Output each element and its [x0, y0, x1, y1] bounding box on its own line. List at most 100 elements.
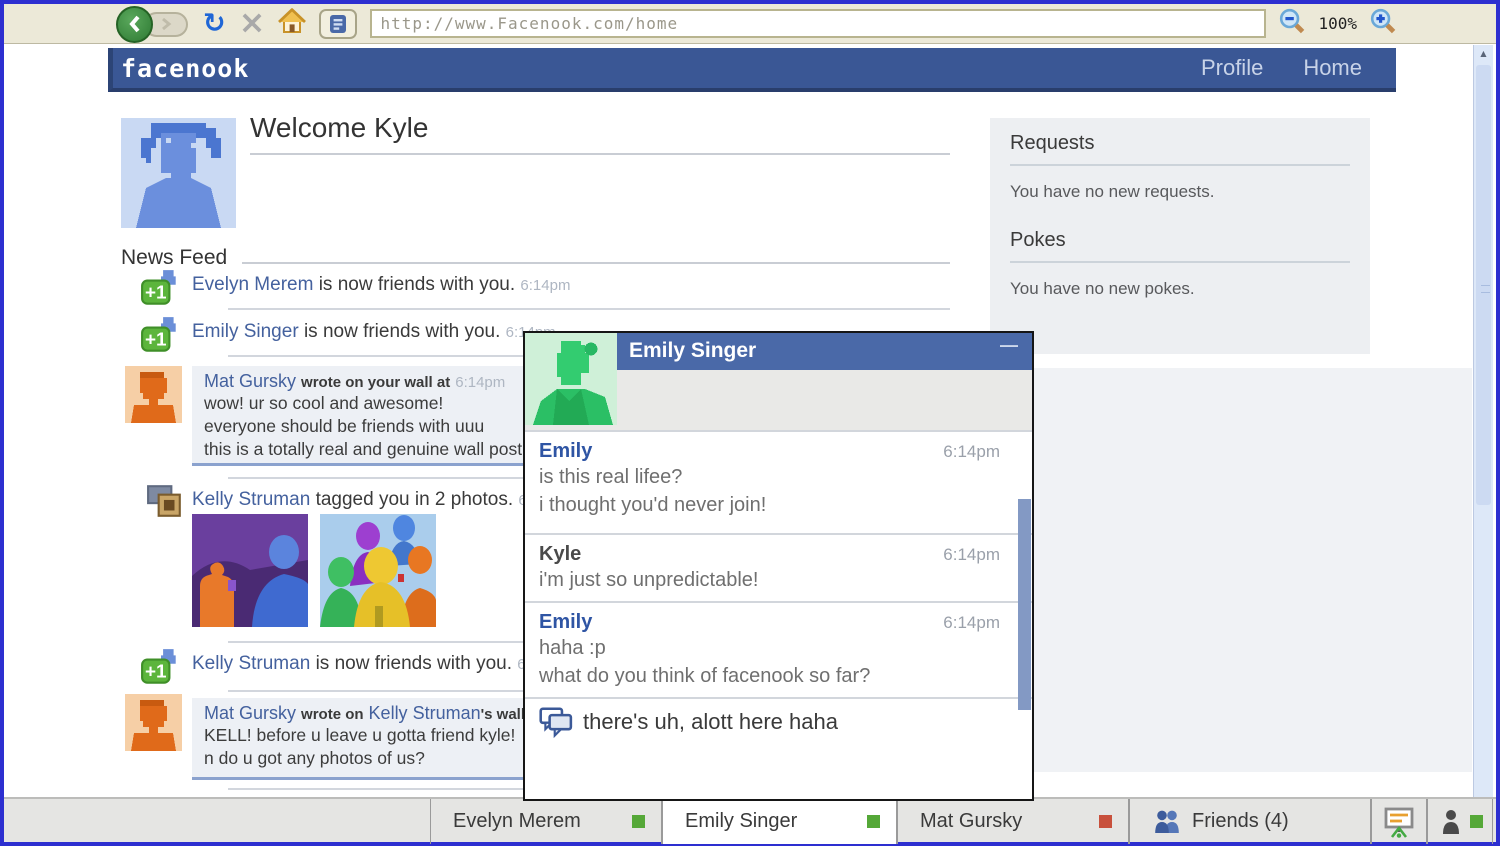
- zoom-in-icon: [1370, 8, 1396, 34]
- message-line: is this real lifee?: [539, 466, 683, 488]
- minimize-button[interactable]: —: [1000, 335, 1018, 356]
- friend-add-icon: +1: [141, 270, 176, 305]
- site-identity-button[interactable]: [319, 8, 358, 39]
- divider: [250, 153, 950, 155]
- message-line: what do you think of facenook so far?: [539, 665, 871, 687]
- chat-tab-evelyn[interactable]: Evelyn Merem: [430, 799, 662, 844]
- page-icon: [330, 14, 347, 33]
- wall-action: wrote on your wall at: [301, 374, 451, 391]
- welcome-heading: Welcome Kyle: [250, 112, 429, 143]
- zoom-in-button[interactable]: [1370, 8, 1396, 39]
- whiteboard-button[interactable]: [1371, 799, 1427, 844]
- chat-tab-mat[interactable]: Mat Gursky: [897, 799, 1129, 844]
- friends-list-button[interactable]: Friends (4): [1129, 799, 1371, 844]
- sender-name: Emily: [539, 440, 593, 462]
- feed-time: 6:14pm: [455, 374, 506, 391]
- feed-item: Kelly Struman tagged you in 2 photos. 6:…: [192, 489, 568, 511]
- zoom-out-icon: [1280, 8, 1305, 34]
- url-input[interactable]: [372, 14, 1265, 33]
- back-button[interactable]: [116, 5, 153, 43]
- svg-text:+1: +1: [145, 662, 167, 683]
- chat-input-text[interactable]: there's uh, alott here haha: [583, 709, 838, 735]
- online-status-icon: [867, 815, 880, 828]
- nav-buttons: [116, 5, 190, 43]
- feed-link-emily[interactable]: Emily Singer: [192, 321, 299, 342]
- tab-label: Mat Gursky: [920, 810, 1023, 832]
- feed-text: tagged you in 2 photos.: [315, 489, 514, 510]
- tab-label: Evelyn Merem: [453, 810, 581, 832]
- site-logo[interactable]: facenook: [121, 54, 249, 83]
- message-line: haha :p: [539, 637, 606, 659]
- requests-body: You have no new requests.: [1010, 182, 1215, 201]
- sidebar-empty-panel: [990, 368, 1472, 772]
- message-time: 6:14pm: [943, 613, 1000, 632]
- divider: [228, 308, 950, 310]
- site-nav: Profile Home: [1201, 55, 1396, 81]
- feed-link-mat[interactable]: Mat Gursky: [204, 703, 296, 723]
- tagged-photo-2[interactable]: [320, 514, 436, 627]
- divider: [242, 262, 950, 264]
- page-scrollbar[interactable]: ▲: [1473, 45, 1493, 797]
- feed-text: is now friends with you.: [303, 321, 501, 342]
- home-button[interactable]: [278, 8, 307, 39]
- nav-profile[interactable]: Profile: [1201, 55, 1263, 81]
- chevron-right-icon: [162, 17, 172, 31]
- feed-link-mat[interactable]: Mat Gursky: [204, 371, 296, 391]
- feed-text: is now friends with you.: [318, 274, 516, 295]
- nav-home[interactable]: Home: [1303, 55, 1362, 81]
- scroll-up-arrow-icon[interactable]: ▲: [1474, 45, 1493, 62]
- photos-icon: [147, 485, 181, 517]
- my-status-button[interactable]: [1427, 799, 1493, 844]
- sender-name: Emily: [539, 611, 593, 633]
- chevron-left-icon: [128, 15, 140, 33]
- site-header: facenook Profile Home: [108, 48, 1396, 92]
- news-feed-title: News Feed: [121, 246, 228, 269]
- feed-link-kelly[interactable]: Kelly Struman: [192, 489, 310, 510]
- chat-title: Emily Singer: [629, 339, 757, 362]
- person-icon: [1442, 809, 1459, 834]
- chat-tab-emily[interactable]: Emily Singer: [662, 799, 897, 844]
- sidebar-panel: Requests You have no new requests. Pokes…: [990, 118, 1370, 354]
- browser-window: ↻ × 100%: [0, 0, 1500, 846]
- tagged-photo-1[interactable]: [192, 514, 308, 627]
- page-scrollbar-thumb[interactable]: [1476, 65, 1491, 505]
- chat-taskbar: Evelyn Merem Emily Singer Mat Gursky Fri…: [4, 797, 1496, 844]
- friend-add-icon: +1: [141, 649, 176, 684]
- online-status-icon: [632, 815, 645, 828]
- zoom-out-button[interactable]: [1279, 8, 1305, 39]
- browser-toolbar: ↻ × 100%: [4, 4, 1496, 44]
- emily-avatar: [525, 333, 617, 425]
- chat-scrollbar-thumb[interactable]: [1018, 499, 1031, 710]
- feed-link-kelly[interactable]: Kelly Struman: [369, 703, 481, 723]
- address-bar: [370, 9, 1267, 38]
- message-time: 6:14pm: [943, 545, 1000, 564]
- zoom-level: 100%: [1318, 14, 1357, 33]
- svg-text:+1: +1: [145, 283, 167, 304]
- message-time: 6:14pm: [943, 442, 1000, 461]
- stop-button[interactable]: ×: [239, 6, 266, 38]
- feed-link-kelly[interactable]: Kelly Struman: [192, 653, 310, 674]
- tab-label: Emily Singer: [685, 810, 798, 832]
- chat-message: Kyle 6:14pm i'm just so unpredictable!: [525, 535, 1032, 603]
- profile-avatar: [121, 118, 236, 228]
- feed-item: Emily Singer is now friends with you. 6:…: [192, 321, 556, 343]
- friends-label: Friends (4): [1192, 810, 1289, 832]
- chat-bubbles-icon: [539, 707, 573, 739]
- pokes-body: You have no new pokes.: [1010, 279, 1195, 298]
- whiteboard-icon: [1384, 807, 1414, 838]
- refresh-button[interactable]: ↻: [203, 10, 226, 37]
- mat-gursky-avatar: [125, 694, 182, 751]
- feed-link-evelyn[interactable]: Evelyn Merem: [192, 274, 313, 295]
- mat-gursky-avatar: [125, 366, 182, 423]
- sender-name: Kyle: [539, 543, 582, 565]
- chat-window: Emily Singer — Emily 6:14pm is this real…: [523, 331, 1034, 801]
- pokes-title: Pokes: [1010, 229, 1350, 263]
- message-line: i thought you'd never join!: [539, 494, 767, 516]
- feed-time: 6:14pm: [520, 277, 571, 294]
- chat-message: Emily 6:14pm is this real lifee? i thoug…: [525, 432, 1032, 535]
- chat-input-area[interactable]: there's uh, alott here haha: [525, 699, 1032, 799]
- online-status-icon: [1469, 815, 1483, 828]
- wall-action: wrote on: [301, 706, 364, 723]
- friend-add-icon: +1: [141, 317, 176, 352]
- feed-text: is now friends with you.: [315, 653, 512, 674]
